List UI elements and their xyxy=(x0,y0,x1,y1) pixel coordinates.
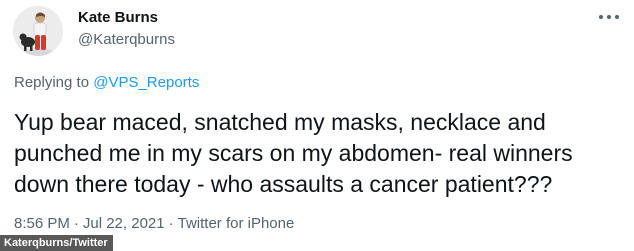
reply-target-link[interactable]: @VPS_Reports xyxy=(93,74,199,91)
reply-prefix: Replying to xyxy=(14,74,94,91)
meta-separator: · xyxy=(73,215,79,232)
tweet-source[interactable]: Twitter for iPhone xyxy=(178,215,295,232)
more-horizontal-icon[interactable] xyxy=(596,9,622,25)
tweet-meta: 8:56 PM · Jul 22, 2021 · Twitter for iPhone xyxy=(14,215,294,232)
image-credit-watermark: Katerqburns/Twitter xyxy=(0,235,113,251)
meta-separator-2: · xyxy=(168,215,174,232)
author-display-name[interactable]: Kate Burns xyxy=(78,9,158,26)
author-handle[interactable]: @Katerqburns xyxy=(78,31,175,48)
avatar[interactable] xyxy=(13,6,63,56)
tweet-time[interactable]: 8:56 PM xyxy=(14,215,70,232)
person-with-dog-avatar-icon xyxy=(13,6,63,56)
tweet-text: Yup bear maced, snatched my masks, neckl… xyxy=(14,109,573,197)
reply-context: Replying to @VPS_Reports xyxy=(14,74,199,91)
tweet-date[interactable]: Jul 22, 2021 xyxy=(83,215,165,232)
